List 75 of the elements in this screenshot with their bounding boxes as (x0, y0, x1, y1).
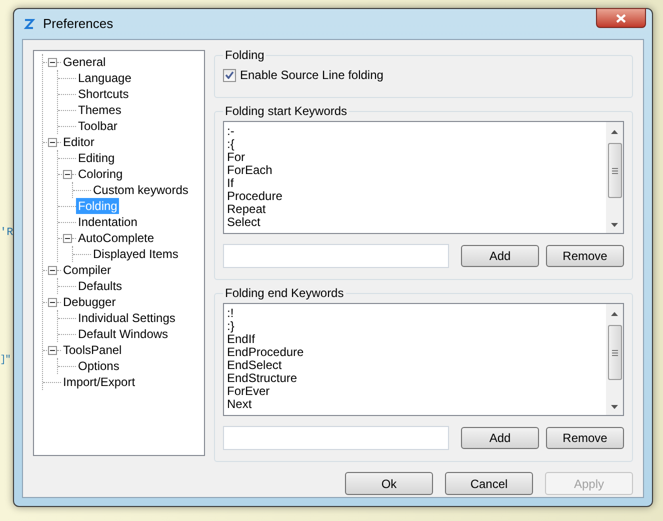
keyword-input-field[interactable] (223, 426, 449, 450)
tree-item[interactable]: Toolbar (76, 118, 120, 134)
collapse-icon[interactable] (48, 346, 57, 354)
keyword-item[interactable]: :! (227, 307, 606, 320)
tree-item[interactable]: Debugger (61, 294, 118, 310)
keyword-item[interactable]: Select (227, 216, 606, 229)
keyword-item[interactable]: :} (227, 320, 606, 333)
scroll-up-icon[interactable] (611, 130, 618, 134)
keyword-input-field[interactable] (223, 244, 449, 268)
scroll-up-icon[interactable] (611, 312, 618, 316)
tree-item[interactable]: Themes (76, 102, 124, 118)
tree-item[interactable]: Individual Settings (76, 310, 178, 326)
keyword-item[interactable]: EndSelect (227, 359, 606, 372)
tree-item[interactable]: Language (76, 70, 134, 86)
keyword-list[interactable]: :! :} EndIf EndProcedure EndSelect EndStructure ForEver Next (223, 303, 624, 416)
tree-item[interactable]: Editor (61, 134, 96, 150)
background-text: ]" (0, 354, 10, 368)
collapse-icon[interactable] (48, 138, 57, 146)
scroll-thumb[interactable] (608, 325, 622, 380)
tree-item[interactable]: ToolsPanel (61, 342, 124, 358)
keyword-item[interactable]: EndProcedure (227, 346, 606, 359)
dialog-button[interactable]: Cancel (445, 472, 533, 495)
tree-item[interactable]: Default Windows (76, 326, 170, 342)
group-title: Folding start Keywords (224, 103, 348, 120)
keyword-item[interactable]: Next (227, 398, 606, 411)
keyword-item[interactable]: ForEver (227, 385, 606, 398)
tree-item[interactable]: Editing (76, 150, 117, 166)
tree-item[interactable]: Custom keywords (91, 182, 190, 198)
tree-item[interactable]: General (61, 54, 108, 70)
tree-item[interactable]: Coloring (76, 166, 125, 182)
keyword-item[interactable]: ForEach (227, 164, 606, 177)
remove-button[interactable]: Remove (546, 245, 624, 267)
keyword-item[interactable]: :- (227, 125, 606, 138)
add-button[interactable]: Add (461, 427, 539, 449)
dialog-button[interactable]: Ok (345, 472, 433, 495)
scrollbar[interactable] (606, 122, 623, 233)
window-title: Preferences (43, 15, 114, 34)
checkbox[interactable] (223, 68, 236, 82)
keyword-item[interactable]: Procedure (227, 190, 606, 203)
collapse-icon[interactable] (63, 234, 72, 242)
remove-button[interactable]: Remove (546, 427, 624, 449)
collapse-icon[interactable] (48, 58, 57, 66)
tree-item[interactable]: Compiler (61, 262, 114, 278)
collapse-icon[interactable] (63, 170, 72, 178)
tree-item[interactable]: Indentation (76, 214, 140, 230)
close-icon (616, 14, 626, 22)
collapse-icon[interactable] (48, 298, 57, 306)
scroll-down-icon[interactable] (611, 405, 618, 409)
scrollbar[interactable] (606, 304, 623, 415)
grip-icon (612, 168, 618, 174)
keyword-item[interactable]: For (227, 151, 606, 164)
collapse-icon[interactable] (48, 266, 57, 274)
keyword-item[interactable]: EndStructure (227, 372, 606, 385)
group-title: Folding end Keywords (224, 285, 345, 302)
tree-item[interactable]: Displayed Items (91, 246, 180, 262)
scroll-down-icon[interactable] (611, 223, 618, 227)
close-button[interactable] (596, 8, 646, 28)
grip-icon (612, 350, 618, 356)
tree-item[interactable]: AutoComplete (76, 230, 156, 246)
tree-item[interactable]: Defaults (76, 278, 124, 294)
tree-item[interactable]: Shortcuts (76, 86, 131, 102)
keyword-item[interactable]: If (227, 177, 606, 190)
group-title: Folding (224, 47, 266, 64)
keyword-item[interactable]: Repeat (227, 203, 606, 216)
checkbox-label: Enable Source Line folding (240, 67, 384, 84)
checkmark-icon (225, 71, 234, 79)
add-button[interactable]: Add (461, 245, 539, 267)
keyword-item[interactable]: :{ (227, 138, 606, 151)
tree-item[interactable]: Options (76, 358, 122, 374)
keyword-list[interactable]: :- :{ For ForEach If Procedure Repeat Select (223, 121, 624, 234)
app-logo-icon (23, 18, 35, 30)
background-text: 'R (0, 226, 14, 241)
scroll-thumb[interactable] (608, 143, 622, 198)
keyword-item[interactable]: EndIf (227, 333, 606, 346)
tree-item[interactable]: Import/Export (61, 374, 138, 390)
